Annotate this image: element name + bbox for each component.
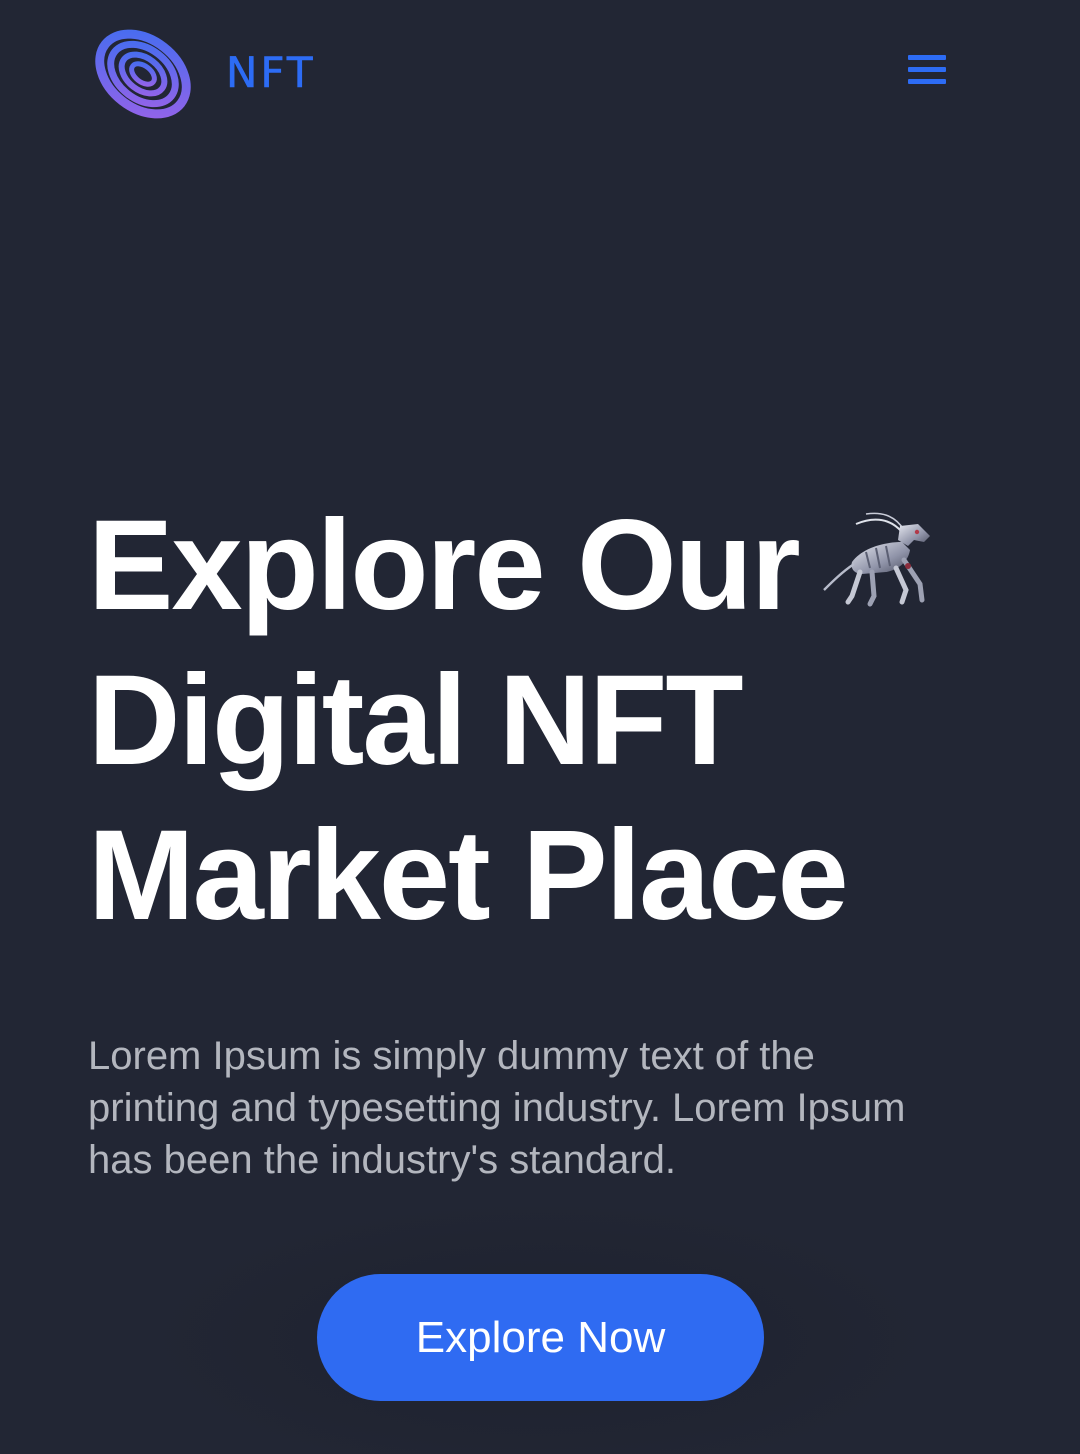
explore-now-button[interactable]: Explore Now [317,1274,764,1401]
logo-text: NFT [226,47,316,97]
hamburger-menu-icon-bar [908,79,946,84]
site-header: NFT [0,0,1080,140]
hero-title-line: Market Place [88,804,849,947]
hamburger-menu-button[interactable] [898,48,956,92]
hamburger-menu-icon-bar [908,67,946,72]
rings-logo-icon [95,29,191,119]
hero-title-line: Digital NFT [88,649,744,792]
landing-page: NFT Explore Our Digital NFT Market Place [0,0,1080,1454]
nft-creature-icon [823,512,930,607]
logo-link[interactable]: NFT [88,24,316,124]
hero-description: Lorem Ipsum is simply dummy text of the … [88,1034,906,1182]
hamburger-menu-icon [908,55,946,60]
